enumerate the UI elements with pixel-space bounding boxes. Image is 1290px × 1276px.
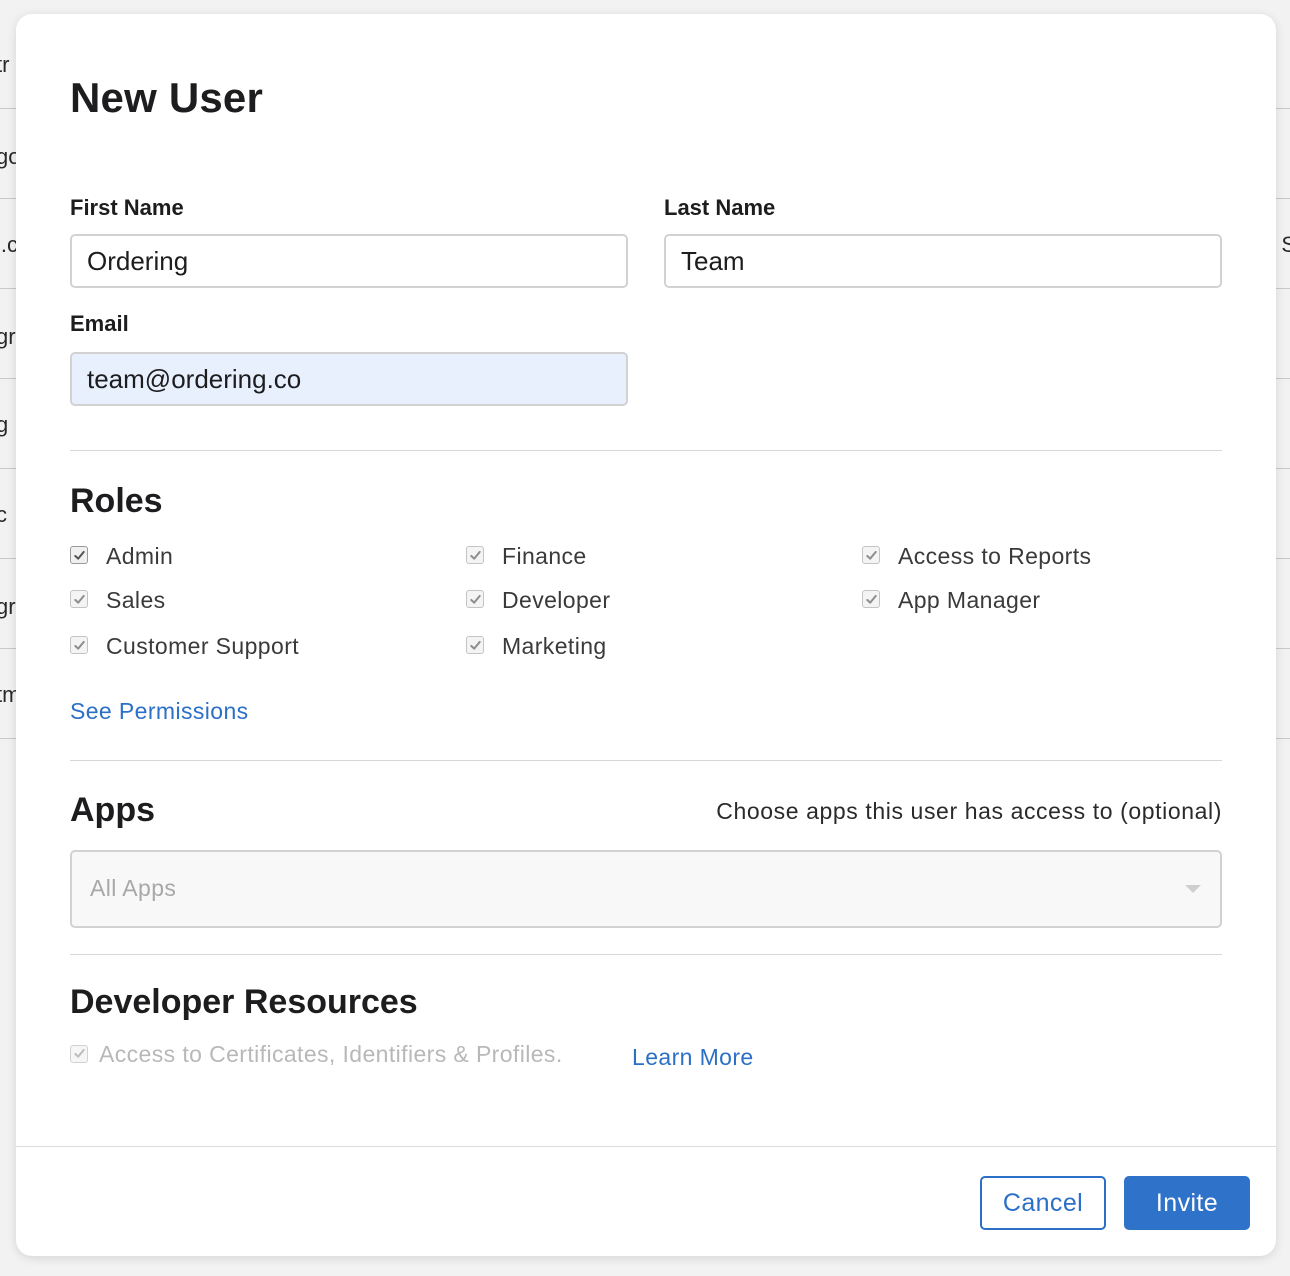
checkbox-checked-icon[interactable] [466, 546, 484, 564]
role-marketing[interactable]: Marketing [466, 629, 607, 663]
certificates-access-option: Access to Certificates, Identifiers & Pr… [70, 1041, 563, 1068]
background-text: tr [0, 52, 10, 77]
background-text: g [0, 412, 9, 437]
role-label: Sales [106, 586, 166, 613]
checkbox-checked-icon[interactable] [70, 546, 88, 564]
role-access-to-reports[interactable]: Access to Reports [862, 539, 1091, 573]
last-name-input[interactable] [664, 234, 1222, 288]
background-text: c [0, 502, 7, 527]
first-name-input[interactable] [70, 234, 628, 288]
background-text: S [1281, 232, 1290, 257]
footer-divider [16, 1146, 1276, 1147]
last-name-label: Last Name [664, 195, 776, 220]
checkbox-checked-icon[interactable] [70, 636, 88, 654]
apps-select-value: All Apps [90, 875, 177, 901]
certificates-access-label: Access to Certificates, Identifiers & Pr… [99, 1041, 563, 1067]
cancel-button[interactable]: Cancel [980, 1176, 1106, 1230]
see-permissions-link[interactable]: See Permissions [70, 698, 249, 725]
role-label: App Manager [898, 586, 1041, 613]
checkbox-checked-icon [70, 1044, 88, 1063]
background-text: gr [0, 594, 16, 619]
email-label: Email [70, 311, 129, 336]
role-app-manager[interactable]: App Manager [862, 583, 1041, 617]
invite-button[interactable]: Invite [1124, 1176, 1250, 1230]
apps-hint-text: Choose apps this user has access to (opt… [716, 798, 1222, 824]
role-label: Finance [502, 542, 587, 569]
background-text: gr [0, 324, 16, 349]
role-customer-support[interactable]: Customer Support [70, 629, 299, 663]
checkbox-checked-icon[interactable] [862, 590, 880, 608]
role-label: Customer Support [106, 632, 300, 659]
checkbox-checked-icon[interactable] [70, 590, 88, 608]
role-developer[interactable]: Developer [466, 583, 610, 617]
role-finance[interactable]: Finance [466, 539, 587, 573]
dialog-title: New User [70, 74, 264, 121]
role-label: Developer [502, 586, 611, 613]
section-divider [70, 450, 1222, 451]
role-sales[interactable]: Sales [70, 583, 166, 617]
learn-more-link[interactable]: Learn More [632, 1044, 754, 1071]
role-label: Marketing [502, 632, 607, 659]
roles-title: Roles [70, 482, 163, 520]
first-name-label: First Name [70, 195, 184, 220]
role-label: Access to Reports [898, 542, 1092, 569]
apps-title: Apps [70, 791, 155, 829]
apps-select[interactable]: All Apps [70, 850, 1222, 928]
role-label: Admin [106, 542, 174, 569]
role-admin[interactable]: Admin [70, 539, 173, 573]
section-divider [70, 760, 1222, 761]
checkbox-checked-icon[interactable] [466, 636, 484, 654]
chevron-down-icon [1185, 885, 1201, 893]
checkbox-checked-icon[interactable] [862, 546, 880, 564]
developer-resources-title: Developer Resources [70, 983, 418, 1021]
checkbox-checked-icon[interactable] [466, 590, 484, 608]
new-user-dialog: New User First Name Last Name Email Role… [16, 14, 1276, 1256]
email-input[interactable] [70, 352, 628, 406]
section-divider [70, 954, 1222, 955]
